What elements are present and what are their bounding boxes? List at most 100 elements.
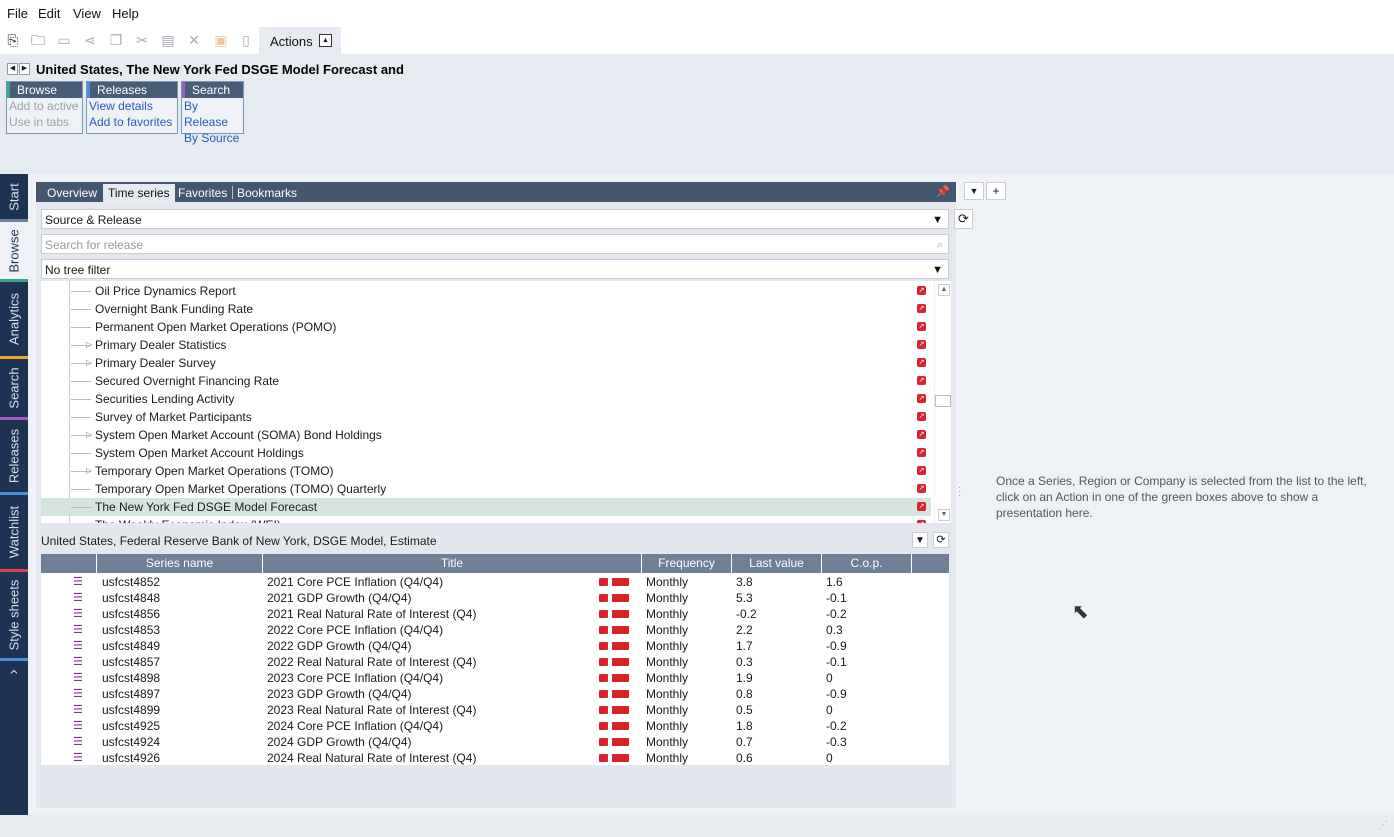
- expand-arrow-icon[interactable]: ▷: [86, 462, 92, 480]
- external-link-icon[interactable]: ↗: [917, 412, 926, 421]
- forecast-badge-icon[interactable]: [612, 706, 629, 714]
- collapse-actions-icon[interactable]: ▲: [319, 34, 332, 47]
- table-row[interactable]: ☰ usfcst4898 2023 Core PCE Inflation (Q4/Q…: [41, 670, 949, 686]
- forecast-badge-icon[interactable]: [612, 626, 629, 634]
- tree-item[interactable]: The Weekly Economic Index (WEI) ↗: [41, 516, 931, 523]
- external-link-icon[interactable]: [599, 674, 608, 682]
- forecast-badge-icon[interactable]: [612, 754, 629, 762]
- external-link-icon[interactable]: ↗: [917, 466, 926, 475]
- table-row[interactable]: ☰ usfcst4848 2021 GDP Growth (Q4/Q4) Monthl…: [41, 590, 949, 606]
- rail-tab-browse[interactable]: Browse: [0, 222, 28, 279]
- tree-item[interactable]: The New York Fed DSGE Model Forecast ↗: [41, 498, 931, 516]
- menu-view[interactable]: View: [73, 6, 101, 21]
- paste-icon[interactable]: ▤: [159, 31, 177, 49]
- presentation-dropdown-icon[interactable]: ▼: [964, 182, 984, 200]
- external-link-icon[interactable]: ↗: [917, 286, 926, 295]
- external-link-icon[interactable]: [599, 658, 608, 666]
- table-row[interactable]: ☰ usfcst4926 2024 Real Natural Rate of Int…: [41, 750, 949, 765]
- col-title[interactable]: Title: [262, 554, 641, 573]
- tree-scrollbar[interactable]: ▲ ▼: [934, 281, 951, 523]
- rail-expand-chevron-icon[interactable]: ›: [0, 661, 28, 683]
- rail-tab-search[interactable]: Search: [0, 359, 28, 417]
- external-link-icon[interactable]: ↗: [917, 340, 926, 349]
- forecast-badge-icon[interactable]: [612, 578, 629, 586]
- forecast-badge-icon[interactable]: [612, 674, 629, 682]
- external-link-icon[interactable]: ↗: [917, 484, 926, 493]
- resize-grip-icon[interactable]: ⋰: [1378, 820, 1388, 831]
- menu-edit[interactable]: Edit: [38, 6, 60, 21]
- forward-arrow-icon[interactable]: ▶: [19, 63, 30, 75]
- refresh-icon[interactable]: ⟳: [954, 209, 973, 229]
- by-release-link[interactable]: By Release: [182, 98, 243, 130]
- table-row[interactable]: ☰ usfcst4899 2023 Real Natural Rate of Int…: [41, 702, 949, 718]
- external-link-icon[interactable]: [599, 610, 608, 618]
- menu-help[interactable]: Help: [112, 6, 139, 21]
- rail-tab-releases[interactable]: Releases: [0, 420, 28, 492]
- tree-item[interactable]: Overnight Bank Funding Rate ↗: [41, 300, 931, 318]
- external-link-icon[interactable]: ↗: [917, 304, 926, 313]
- external-link-icon[interactable]: ↗: [917, 430, 926, 439]
- rename-icon[interactable]: ▣: [212, 31, 230, 49]
- forecast-badge-icon[interactable]: [612, 738, 629, 746]
- tab-favorites[interactable]: Favorites: [173, 184, 232, 202]
- expand-arrow-icon[interactable]: ▷: [86, 336, 92, 354]
- col-frequency[interactable]: Frequency: [641, 554, 731, 573]
- external-link-icon[interactable]: ↗: [917, 502, 926, 511]
- external-link-icon[interactable]: ↗: [917, 520, 926, 523]
- tree-filter-combo[interactable]: No tree filter ▼: [41, 259, 949, 279]
- rail-tab-style-sheets[interactable]: Style sheets: [0, 572, 28, 658]
- refresh-series-icon[interactable]: ⟳: [933, 532, 949, 548]
- add-to-active-link[interactable]: Add to active: [7, 98, 82, 114]
- tree-item[interactable]: ▷ System Open Market Account (SOMA) Bond …: [41, 426, 931, 444]
- table-row[interactable]: ☰ usfcst4853 2022 Core PCE Inflation (Q4/Q…: [41, 622, 949, 638]
- table-row[interactable]: ☰ usfcst4852 2021 Core PCE Inflation (Q4/Q…: [41, 574, 949, 590]
- table-row[interactable]: ☰ usfcst4925 2024 Core PCE Inflation (Q4/Q…: [41, 718, 949, 734]
- copy-icon[interactable]: ❐: [107, 31, 125, 49]
- new-document-icon[interactable]: ⎘: [4, 31, 22, 49]
- source-release-combo[interactable]: Source & Release ▼: [41, 209, 949, 229]
- by-source-link[interactable]: By Source: [182, 130, 243, 146]
- external-link-icon[interactable]: [599, 642, 608, 650]
- rail-tab-watchlist[interactable]: Watchlist: [0, 495, 28, 569]
- forecast-badge-icon[interactable]: [612, 594, 629, 602]
- external-link-icon[interactable]: [599, 578, 608, 586]
- tree-item[interactable]: Survey of Market Participants ↗: [41, 408, 931, 426]
- col-last-value[interactable]: Last value: [731, 554, 821, 573]
- delete-icon[interactable]: ✕: [185, 31, 203, 49]
- properties-icon[interactable]: ▯: [237, 31, 255, 49]
- external-link-icon[interactable]: [599, 738, 608, 746]
- search-release-input[interactable]: Search for release ⌕: [41, 234, 949, 254]
- add-to-favorites-link[interactable]: Add to favorites: [87, 114, 177, 130]
- external-link-icon[interactable]: [599, 754, 608, 762]
- tree-item[interactable]: Securities Lending Activity ↗: [41, 390, 931, 408]
- pin-icon[interactable]: 📌: [936, 185, 950, 198]
- menu-file[interactable]: File: [7, 6, 28, 21]
- tab-time-series[interactable]: Time series: [103, 184, 175, 202]
- tree-item[interactable]: Oil Price Dynamics Report ↗: [41, 282, 931, 300]
- table-row[interactable]: ☰ usfcst4856 2021 Real Natural Rate of Int…: [41, 606, 949, 622]
- scroll-down-icon[interactable]: ▼: [938, 509, 950, 521]
- external-link-icon[interactable]: [599, 594, 608, 602]
- tree-item[interactable]: Secured Overnight Financing Rate ↗: [41, 372, 931, 390]
- use-in-tabs-link[interactable]: Use in tabs: [7, 114, 82, 130]
- external-link-icon[interactable]: [599, 626, 608, 634]
- forecast-badge-icon[interactable]: [612, 642, 629, 650]
- table-row[interactable]: ☰ usfcst4897 2023 GDP Growth (Q4/Q4) Monthl…: [41, 686, 949, 702]
- scroll-thumb[interactable]: [935, 395, 951, 407]
- view-details-link[interactable]: View details: [87, 98, 177, 114]
- add-presentation-icon[interactable]: +: [986, 182, 1006, 200]
- tree-item[interactable]: Permanent Open Market Operations (POMO) ↗: [41, 318, 931, 336]
- back-arrow-icon[interactable]: ◀: [7, 63, 18, 75]
- table-row[interactable]: ☰ usfcst4857 2022 Real Natural Rate of Int…: [41, 654, 949, 670]
- external-link-icon[interactable]: ↗: [917, 394, 926, 403]
- actions-tab[interactable]: Actions ▲: [259, 27, 341, 54]
- external-link-icon[interactable]: ↗: [917, 376, 926, 385]
- external-link-icon[interactable]: [599, 706, 608, 714]
- table-row[interactable]: ☰ usfcst4924 2024 GDP Growth (Q4/Q4) Monthl…: [41, 734, 949, 750]
- filter-icon[interactable]: ▼: [912, 532, 928, 548]
- share-icon[interactable]: ⋖: [81, 31, 99, 49]
- cut-icon[interactable]: ✂: [133, 31, 151, 49]
- tree-item[interactable]: ▷ Temporary Open Market Operations (TOMO)…: [41, 462, 931, 480]
- external-link-icon[interactable]: ↗: [917, 448, 926, 457]
- col-series-name[interactable]: Series name: [96, 554, 262, 573]
